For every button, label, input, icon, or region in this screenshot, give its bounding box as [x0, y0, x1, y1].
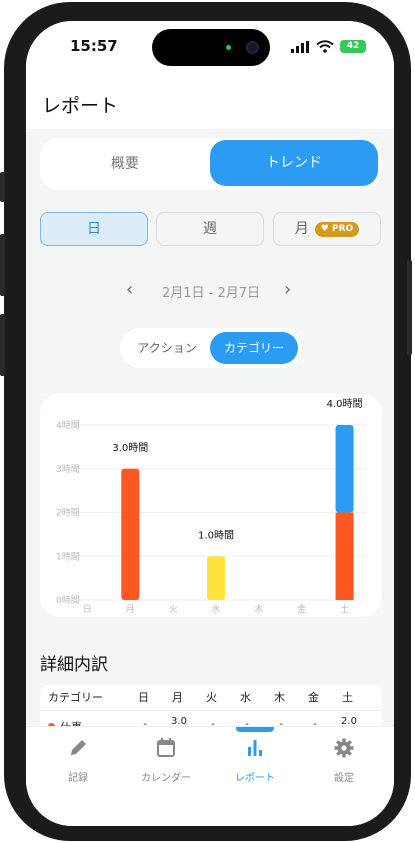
toggle-category[interactable]: カテゴリー [210, 332, 298, 364]
detail-title: 詳細内訳 [40, 655, 108, 675]
tab-settings-label: 設定 [334, 773, 354, 784]
power-button [407, 260, 412, 355]
status-bar: 15:57 42 [26, 21, 394, 79]
trend-bar-chart: 0時間 1時間 2時間 3時間 4時間日 月 3.0時間火 水 1.0時間木 金 土 4.0時間 [56, 398, 366, 615]
bar-data-label: 3.0時間 [112, 442, 148, 454]
wifi-icon [316, 40, 334, 53]
calendar-icon [157, 738, 175, 757]
x-axis-tick-label: 金 [297, 603, 306, 615]
pencil-icon [71, 740, 86, 755]
chevron-left-icon[interactable]: ‹ [126, 279, 133, 300]
page-title: レポート [42, 95, 119, 117]
period-month-label: 月 [294, 221, 309, 237]
bar-data-label: 1.0時間 [198, 529, 234, 541]
tab-record-label: 記録 [68, 773, 88, 784]
x-axis-tick-label: 日 [83, 604, 92, 615]
table-header-sun: 日 [138, 691, 149, 704]
y-axis-tick-label: 3時間 [56, 464, 80, 475]
active-tab-indicator [236, 727, 274, 732]
tab-overview[interactable]: 概要 [40, 138, 210, 190]
table-header-category: カテゴリー [48, 691, 103, 704]
date-range-label: 2月1日 - 2月7日 [161, 286, 261, 301]
pro-badge: ♥ PRO [314, 222, 360, 237]
phone-frame: 15:57 42 レポート 概要 トレンド 日 週 月 ♥ PRO ‹ 2月1日… [0, 2, 412, 841]
date-navigator: ‹ 2月1日 - 2月7日 › [26, 279, 394, 303]
bar-data-label: 4.0時間 [327, 398, 363, 410]
x-axis-tick-label: 木 [254, 603, 263, 615]
mode-toggle: アクション カテゴリー [120, 328, 302, 368]
toggle-action[interactable]: アクション [124, 332, 210, 364]
period-week-label: 週 [203, 221, 217, 237]
camera-indicator [226, 45, 231, 50]
chart-bar-segment [207, 556, 225, 600]
dynamic-island [152, 29, 270, 66]
table-header-mon: 月 [172, 691, 183, 704]
y-axis-tick-label: 4時間 [56, 420, 80, 431]
tab-calendar-label: カレンダー [141, 773, 191, 784]
x-axis-tick-label: 水 [211, 603, 220, 615]
table-divider [40, 710, 382, 711]
table-header-tue: 火 [206, 691, 217, 704]
volume-down-button [0, 314, 5, 376]
x-axis-tick-label: 月 [126, 604, 135, 615]
table-header-fri: 金 [308, 691, 319, 704]
app-screen: 15:57 42 レポート 概要 トレンド 日 週 月 ♥ PRO ‹ 2月1日… [26, 21, 394, 826]
chart-bar-segment [335, 512, 354, 600]
tab-calendar[interactable]: カレンダー [126, 737, 206, 784]
battery-indicator: 42 [340, 40, 366, 53]
bar-chart-icon [248, 740, 262, 756]
x-axis-tick-label: 土 [340, 603, 349, 615]
side-button [0, 172, 5, 202]
tab-record[interactable]: 記録 [38, 737, 118, 784]
pro-badge-label: PRO [332, 224, 354, 234]
tab-report-label: レポート [235, 773, 275, 784]
tab-trend[interactable]: トレンド [210, 140, 378, 186]
bottom-tab-bar: 記録 カレンダー レポート 設定 [26, 726, 394, 826]
signal-icon [291, 41, 309, 53]
x-axis-tick-label: 火 [169, 604, 178, 615]
page-header: レポート [26, 79, 394, 129]
status-time: 15:57 [70, 37, 118, 55]
table-header-thu: 木 [274, 691, 285, 704]
tab-report[interactable]: レポート [215, 737, 295, 784]
period-day-label: 日 [87, 221, 101, 237]
chart-bar-segment [335, 425, 354, 513]
y-axis-tick-label: 1時間 [56, 551, 80, 562]
y-axis-tick-label: 0時間 [56, 595, 80, 606]
period-month-button[interactable]: 月 ♥ PRO [273, 212, 381, 246]
view-segmented-control: 概要 トレンド [40, 138, 382, 190]
y-axis-tick-label: 2時間 [56, 508, 80, 519]
gear-icon [334, 738, 354, 758]
period-week-button[interactable]: 週 [156, 212, 264, 246]
chevron-right-icon[interactable]: › [284, 279, 291, 300]
volume-up-button [0, 234, 5, 296]
table-header-wed: 水 [240, 691, 251, 704]
period-day-button[interactable]: 日 [40, 212, 148, 246]
front-camera [246, 41, 259, 54]
chart-bar-segment [121, 468, 140, 600]
table-header-sat: 土 [342, 691, 353, 704]
tab-settings[interactable]: 設定 [304, 737, 384, 784]
